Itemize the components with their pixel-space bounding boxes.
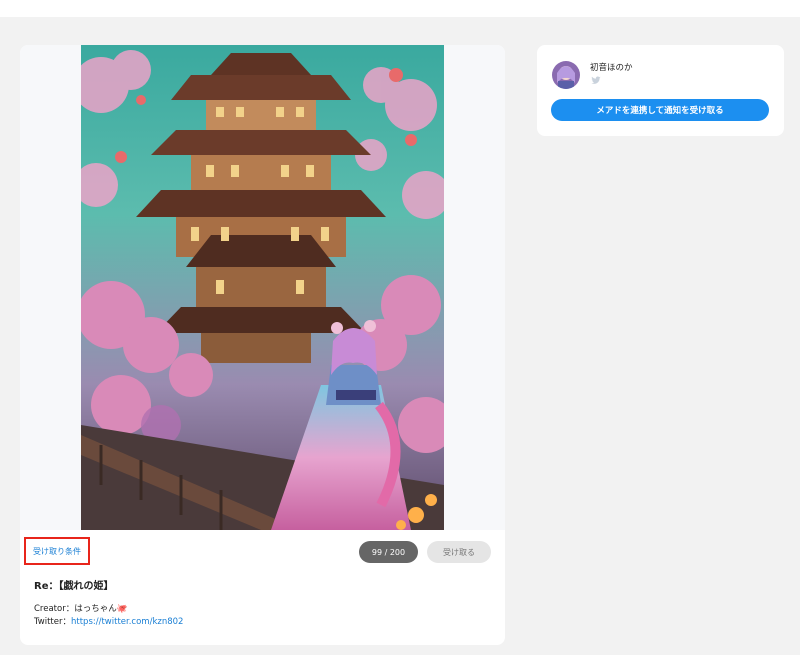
creator-card: 初音ほのか メアドを連携して通知を受け取る	[537, 45, 784, 136]
artwork-image[interactable]	[81, 45, 444, 530]
top-bar	[0, 0, 800, 17]
twitter-prefix: Twitter：	[34, 617, 71, 627]
avatar[interactable]	[552, 61, 580, 89]
creator-name[interactable]: 初音ほのか	[590, 61, 633, 73]
creator-line: Creator：はっちゃん🐙	[34, 604, 128, 614]
image-area	[20, 45, 505, 530]
claim-button[interactable]: 受け取る	[427, 541, 491, 563]
twitter-bird-icon[interactable]	[591, 76, 601, 85]
connect-email-button[interactable]: メアドを連携して通知を受け取る	[551, 99, 769, 121]
twitter-line: Twitter：https://twitter.com/kzn802	[34, 615, 183, 627]
twitter-link[interactable]: https://twitter.com/kzn802	[71, 617, 183, 627]
receive-conditions-link[interactable]: 受け取り条件	[24, 537, 90, 565]
claim-count-badge: 99 / 200	[359, 541, 418, 563]
post-card: 受け取り条件 99 / 200 受け取る Re：【戯れの姫】 Creator：は…	[20, 45, 505, 645]
post-title: Re：【戯れの姫】	[34, 581, 114, 592]
